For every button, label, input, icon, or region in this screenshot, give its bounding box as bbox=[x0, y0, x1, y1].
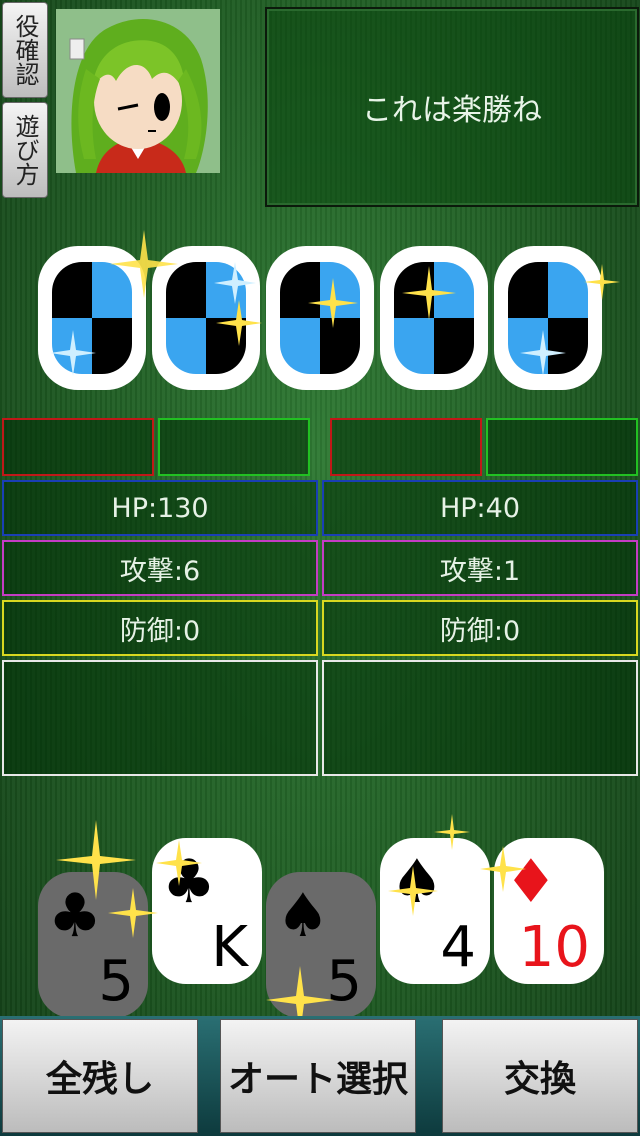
hand-card-1[interactable]: ♣ 5 bbox=[38, 872, 148, 1018]
player-attack-text: 攻撃:6 bbox=[119, 555, 201, 587]
enemy-card-5 bbox=[494, 246, 602, 390]
card-rank: 5 bbox=[326, 949, 362, 1014]
hand-card-3[interactable]: ♠ 5 bbox=[266, 872, 376, 1018]
how-to-play-button[interactable]: 遊び方 bbox=[2, 102, 48, 198]
opponent-slot-1 bbox=[330, 418, 482, 476]
opponent-defense: 防御:0 bbox=[322, 600, 638, 656]
hand-card-2[interactable]: ♣ K bbox=[152, 838, 262, 984]
card-rank: 4 bbox=[440, 915, 476, 980]
auto-select-button[interactable]: オート選択 bbox=[220, 1019, 416, 1133]
diamond-icon: ♦ bbox=[504, 847, 558, 917]
enemy-card-1 bbox=[38, 246, 146, 390]
player-hp: HP:130 bbox=[2, 480, 318, 536]
keep-all-button[interactable]: 全残し bbox=[2, 1019, 198, 1133]
exchange-label: 交換 bbox=[503, 1059, 576, 1100]
keep-all-label: 全残し bbox=[45, 1059, 154, 1100]
hand-list-button[interactable]: 役確認 bbox=[2, 2, 48, 98]
enemy-card-3 bbox=[266, 246, 374, 390]
player-attack: 攻撃:6 bbox=[2, 540, 318, 596]
opponent-attack: 攻撃:1 bbox=[322, 540, 638, 596]
spade-icon: ♠ bbox=[390, 847, 444, 917]
player-effect-panel bbox=[2, 660, 318, 776]
opponent-hp: HP:40 bbox=[322, 480, 638, 536]
opponent-hp-text: HP:40 bbox=[439, 492, 521, 524]
opponent-defense-text: 防御:0 bbox=[439, 615, 521, 647]
opponent-slot-2 bbox=[486, 418, 638, 476]
hand-card-4[interactable]: ♠ 4 bbox=[380, 838, 490, 984]
player-defense: 防御:0 bbox=[2, 600, 318, 656]
player-defense-text: 防御:0 bbox=[119, 615, 201, 647]
club-icon: ♣ bbox=[48, 881, 102, 951]
hand-card-5[interactable]: ♦ 10 bbox=[494, 838, 604, 984]
enemy-card-4 bbox=[380, 246, 488, 390]
spade-icon: ♠ bbox=[276, 881, 330, 951]
player-slot-1 bbox=[2, 418, 154, 476]
green-haired-girl-icon bbox=[56, 9, 220, 173]
dialogue-box: これは楽勝ね bbox=[265, 7, 639, 207]
opponent-avatar bbox=[56, 9, 220, 173]
exchange-button[interactable]: 交換 bbox=[442, 1019, 638, 1133]
enemy-card-2 bbox=[152, 246, 260, 390]
card-rank: 5 bbox=[98, 949, 134, 1014]
card-rank: K bbox=[211, 915, 248, 980]
opponent-attack-text: 攻撃:1 bbox=[439, 555, 521, 587]
opponent-effect-panel bbox=[322, 660, 638, 776]
player-slot-2 bbox=[158, 418, 310, 476]
auto-select-label: オート選択 bbox=[227, 1059, 408, 1100]
dialogue-text: これは楽勝ね bbox=[362, 93, 542, 128]
player-hp-text: HP:130 bbox=[111, 492, 209, 524]
card-rank: 10 bbox=[518, 915, 590, 980]
club-icon: ♣ bbox=[162, 847, 216, 917]
